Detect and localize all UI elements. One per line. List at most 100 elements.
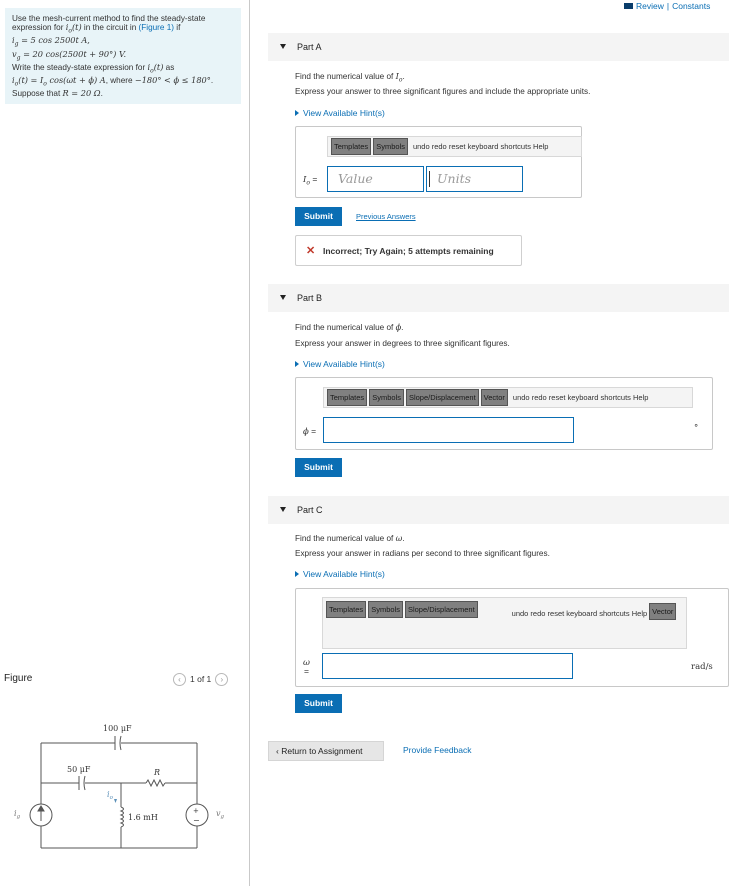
problem-text: if — [174, 23, 181, 33]
part-b-submit-button[interactable]: Submit — [295, 458, 342, 477]
caret-right-icon — [295, 571, 299, 577]
symbols-button[interactable]: Symbols — [368, 601, 403, 618]
feedback-box: ✕ Incorrect; Try Again; 5 attempts remai… — [295, 235, 522, 266]
problem-text: Suppose that — [12, 88, 63, 98]
problem-text: expression for — [12, 23, 66, 33]
part-c-toolbar: Templates Symbols Slope/Displacement und… — [322, 597, 687, 649]
templates-button[interactable]: Templates — [331, 138, 372, 155]
collapse-triangle-icon — [280, 507, 286, 512]
part-a-hint[interactable]: View Available Hint(s) — [295, 108, 385, 118]
part-a-submit-button[interactable]: Submit — [295, 207, 342, 226]
problem-text: Write the steady-state expression for — [12, 62, 148, 72]
vector-button[interactable]: Vector — [649, 603, 677, 620]
part-b-header[interactable]: Part B — [268, 284, 729, 312]
figure-pager: ‹ 1 of 1 › — [173, 672, 229, 686]
part-title: Part B — [297, 293, 323, 303]
feedback-message: Incorrect; Try Again; 5 attempts remaini… — [323, 246, 494, 256]
templates-button[interactable]: Templates — [327, 389, 368, 406]
eq-sign: = — [308, 426, 317, 436]
value-input[interactable]: Value — [327, 166, 424, 192]
omega-input[interactable] — [322, 653, 573, 679]
prompt-text: Find the numerical value of — [295, 72, 396, 81]
capacitor-100uf-label: 100 μF — [103, 724, 132, 733]
chevron-right-icon[interactable]: › — [215, 672, 229, 686]
part-c-hint[interactable]: View Available Hint(s) — [295, 569, 385, 579]
slope-displacement-button[interactable]: Slope/Displacement — [405, 389, 479, 406]
vector-button[interactable]: Vector — [480, 389, 508, 406]
capacitor-50uf-label: 50 μF — [67, 765, 91, 774]
review-link[interactable]: Review — [636, 1, 664, 11]
toolbar-actions[interactable]: undo redo reset keyboard shortcuts Help — [413, 142, 549, 151]
separator: | — [666, 1, 670, 11]
book-icon — [624, 3, 633, 9]
left-panel: Use the mesh-current method to find the … — [0, 0, 250, 886]
collapse-triangle-icon — [280, 295, 286, 300]
figure-link[interactable]: (Figure 1) — [139, 23, 175, 32]
part-a-header[interactable]: Part A — [268, 33, 729, 61]
vg-sub: g — [221, 814, 225, 820]
vg-plus: + — [193, 807, 199, 815]
previous-answers-link[interactable]: Previous Answers — [356, 212, 416, 221]
part-a-toolbar: Templates Symbols undo redo reset keyboa… — [327, 136, 582, 157]
problem-text: , where — [105, 75, 135, 85]
problem-line-1: Use the mesh-current method to find the … — [12, 14, 206, 23]
resistor-label: R — [153, 768, 160, 777]
toolbar-actions[interactable]: undo redo reset keyboard shortcuts Help — [512, 609, 648, 618]
prompt-end: . — [401, 323, 404, 332]
symbols-button[interactable]: Symbols — [369, 389, 404, 406]
value-placeholder: Value — [338, 171, 373, 186]
provide-feedback-link[interactable]: Provide Feedback — [403, 745, 472, 755]
prompt-end: . — [402, 72, 405, 81]
math-expr: cos(ωt + ϕ) A — [46, 74, 106, 85]
units-placeholder: Units — [437, 171, 472, 186]
problem-line-7: Suppose that R = 20 Ω. — [12, 87, 234, 98]
degree-unit: ° — [694, 423, 699, 433]
problem-text: in the circuit in — [81, 23, 139, 33]
math-var: (t) — [153, 61, 164, 72]
collapse-triangle-icon — [280, 44, 286, 49]
io-sub: o — [110, 795, 114, 801]
io-label: io — [107, 790, 114, 801]
chevron-left-icon[interactable]: ‹ — [173, 672, 186, 686]
math-var: (t) — [71, 22, 82, 33]
ig-label: ig — [14, 809, 21, 820]
figure-label: Figure — [4, 673, 33, 684]
part-title: Part C — [297, 505, 323, 515]
problem-text: as — [163, 62, 175, 72]
problem-line-6: io(t) = Io cos(ωt + ϕ) A, where −180° < … — [12, 74, 234, 89]
ig-sub: g — [17, 814, 21, 820]
math-expr: = 5 cos 2500t A, — [18, 35, 90, 46]
rad-per-sec-unit: rad/s — [691, 662, 713, 672]
part-b-prompt: Find the numerical value of ϕ. — [295, 322, 403, 332]
hint-label: View Available Hint(s) — [303, 569, 385, 579]
io-input-label: Io = — [303, 174, 317, 187]
hint-label: View Available Hint(s) — [303, 108, 385, 118]
inductor-label: 1.6 mH — [128, 813, 158, 822]
slope-displacement-button[interactable]: Slope/Displacement — [404, 601, 478, 618]
templates-button[interactable]: Templates — [326, 601, 367, 618]
math-expr: R = 20 Ω — [62, 87, 101, 98]
part-title: Part A — [297, 42, 322, 52]
units-input[interactable]: Units — [426, 166, 523, 192]
part-b-hint[interactable]: View Available Hint(s) — [295, 359, 385, 369]
phi-input[interactable] — [323, 417, 574, 443]
constants-link[interactable]: Constants — [672, 1, 710, 11]
part-b-instruction: Express your answer in degrees to three … — [295, 339, 510, 348]
math-expr: = 20 cos(2500t + 90°) V. — [20, 48, 127, 59]
eq-sign: = — [309, 174, 318, 184]
return-label: Return to Assignment — [281, 746, 363, 756]
part-c-submit-button[interactable]: Submit — [295, 694, 342, 713]
math-expr: −180° < ϕ ≤ 180° — [134, 74, 211, 85]
part-c-instruction: Express your answer in radians per secon… — [295, 549, 550, 558]
omega-input-label: ω = — [303, 659, 310, 676]
prompt-text: Find the numerical value of — [295, 534, 396, 543]
toolbar-actions[interactable]: undo redo reset keyboard shortcuts Help — [513, 393, 649, 402]
circuit-diagram: 100 μF 50 μF R 1.6 mH + − ig io vg — [14, 724, 225, 849]
eq-sign: = — [303, 666, 309, 676]
part-c-header[interactable]: Part C — [268, 496, 729, 524]
part-b-toolbar: Templates Symbols Slope/Displacement Vec… — [323, 387, 693, 408]
part-a-instruction: Express your answer to three significant… — [295, 87, 591, 96]
error-x-icon: ✕ — [306, 245, 316, 257]
return-to-assignment-button[interactable]: ‹ Return to Assignment — [268, 741, 384, 761]
symbols-button[interactable]: Symbols — [373, 138, 408, 155]
